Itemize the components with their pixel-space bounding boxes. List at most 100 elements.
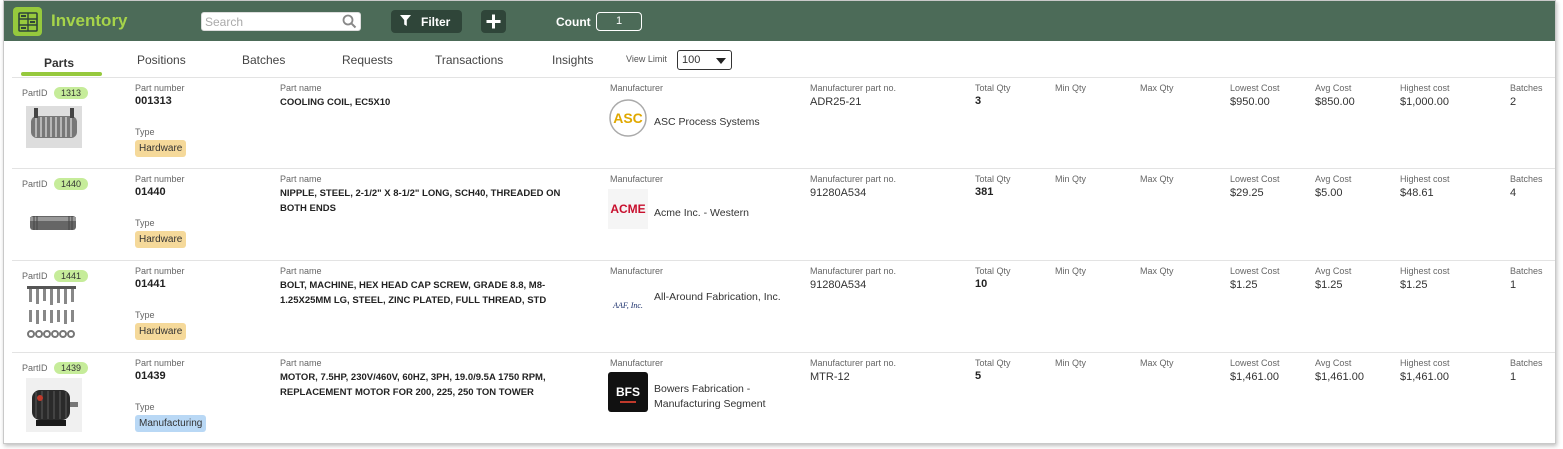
view-limit-select[interactable]: 100 [677,50,732,70]
count-input[interactable]: 1 [596,12,642,31]
tab-requests[interactable]: Requests [342,53,393,67]
inventory-app-icon[interactable] [13,7,42,36]
manufacturer-name[interactable]: Bowers Fabrication - Manufacturing Segme… [654,382,794,412]
search-box[interactable] [201,12,361,31]
avg-cost-value: $1,461.00 [1315,371,1364,383]
part-name-value: MOTOR, 7.5HP, 230V/460V, 60HZ, 3PH, 19.0… [280,372,546,398]
avg-cost-cell: Avg Cost $1.25 [1315,266,1351,291]
manufacturer-name[interactable]: ASC Process Systems [654,115,794,130]
table-row[interactable]: PartID 1439 Part number 01439 Type Manuf… [12,354,1555,443]
manufacturer-name[interactable]: All-Around Fabrication, Inc. [654,290,794,305]
mfr-part-no-label: Manufacturer part no. [810,174,897,184]
max-qty-label: Max Qty [1140,358,1174,368]
avg-cost-cell: Avg Cost $1,461.00 [1315,358,1364,383]
part-number-value[interactable]: 01439 [135,370,185,382]
asc-logo: ASC [608,98,648,138]
highest-cost-cell: Highest cost $1.25 [1400,266,1450,291]
avg-cost-label: Avg Cost [1315,83,1352,93]
part-name-cell: Part name MOTOR, 7.5HP, 230V/460V, 60HZ,… [280,358,580,400]
part-number-value[interactable]: 01441 [135,278,185,290]
search-input[interactable] [202,13,337,31]
inventory-window: Inventory Filter Count 1 Pa [3,0,1556,444]
highest-cost-cell: Highest cost $1,461.00 [1400,358,1450,383]
total-qty-label: Total Qty [975,266,1011,276]
part-name-label: Part name [280,174,322,184]
lowest-cost-cell: Lowest Cost $950.00 [1230,83,1280,108]
manufacturer-label: Manufacturer [610,266,664,276]
part-name-label: Part name [280,266,322,276]
mfr-part-no-value: 91280A534 [810,187,867,199]
min-qty-label: Min Qty [1055,358,1087,368]
acme-logo-text: ACME [610,202,645,216]
manufacturer-label: Manufacturer [610,358,664,368]
max-qty-cell: Max Qty [1140,266,1174,276]
tab-positions[interactable]: Positions [137,53,186,67]
manufacturer-name[interactable]: Acme Inc. - Western [654,206,794,221]
manufacturer-cell: Manufacturer [610,358,663,368]
highest-cost-label: Highest cost [1400,266,1450,276]
type-cell: Type Hardware [135,127,187,157]
highest-cost-label: Highest cost [1400,358,1450,368]
total-qty-label: Total Qty [975,83,1011,93]
table-row[interactable]: PartID 1441 Part number 01441 Type Hardw… [12,262,1555,353]
table-row[interactable]: PartID 1440 Part number 01440 Type Hardw… [12,170,1555,261]
mfr-part-no-cell: Manufacturer part no. MTR-12 [810,358,896,383]
min-qty-label: Min Qty [1055,83,1087,93]
avg-cost-value: $850.00 [1315,96,1355,108]
batches-label: Batches [1510,83,1543,93]
total-qty-cell: Total Qty 5 [975,358,1011,382]
max-qty-cell: Max Qty [1140,358,1174,368]
active-tab-indicator [21,72,102,76]
part-id-cell: PartID 1440 [22,174,88,192]
lowest-cost-cell: Lowest Cost $29.25 [1230,174,1280,199]
part-number-cell: Part number 01440 [135,174,185,198]
avg-cost-label: Avg Cost [1315,266,1352,276]
tab-transactions[interactable]: Transactions [435,53,503,67]
part-id-cell: PartID 1313 [22,83,88,101]
highest-cost-label: Highest cost [1400,83,1450,93]
avg-cost-label: Avg Cost [1315,174,1352,184]
tab-insights[interactable]: Insights [552,53,593,67]
part-id-badge: 1441 [53,270,88,282]
min-qty-cell: Min Qty [1055,174,1086,184]
batches-cell: Batches 2 [1510,83,1543,108]
type-label: Type [135,402,155,412]
min-qty-cell: Min Qty [1055,266,1086,276]
max-qty-cell: Max Qty [1140,174,1174,184]
min-qty-label: Min Qty [1055,266,1087,276]
part-name-label: Part name [280,358,322,368]
type-cell: Type Manufacturing [135,402,207,432]
max-qty-label: Max Qty [1140,266,1174,276]
part-number-label: Part number [135,174,185,184]
batches-cell: Batches 1 [1510,266,1543,291]
asc-logo-text: ASC [613,110,643,126]
type-badge: Hardware [135,231,187,248]
search-icon[interactable] [342,14,357,34]
part-name-value: COOLING COIL, EC5X10 [280,97,391,108]
part-id-label: PartID [22,363,48,373]
tab-parts[interactable]: Parts [44,56,74,70]
lowest-cost-value: $1.25 [1230,279,1258,291]
batches-cell: Batches 1 [1510,358,1543,383]
part-number-value[interactable]: 01440 [135,186,185,198]
view-limit-label: View Limit [626,54,667,64]
bfs-logo-text: BFS [616,385,640,399]
mfr-part-no-label: Manufacturer part no. [810,83,897,93]
part-name-cell: Part name BOLT, MACHINE, HEX HEAD CAP SC… [280,266,580,308]
table-row[interactable]: PartID 1313 Part number 001313 Type Hard… [12,78,1555,169]
highest-cost-value: $48.61 [1400,187,1434,199]
type-label: Type [135,310,155,320]
lowest-cost-label: Lowest Cost [1230,83,1280,93]
batches-label: Batches [1510,266,1543,276]
highest-cost-value: $1.25 [1400,279,1428,291]
add-part-button[interactable] [481,10,506,33]
type-label: Type [135,218,155,228]
plus-icon [486,14,501,29]
max-qty-label: Max Qty [1140,174,1174,184]
filter-button[interactable]: Filter [391,10,462,33]
part-number-value[interactable]: 001313 [135,95,185,107]
lowest-cost-cell: Lowest Cost $1.25 [1230,266,1280,291]
tab-batches[interactable]: Batches [242,53,285,67]
lowest-cost-label: Lowest Cost [1230,266,1280,276]
mfr-part-no-cell: Manufacturer part no. ADR25-21 [810,83,896,108]
